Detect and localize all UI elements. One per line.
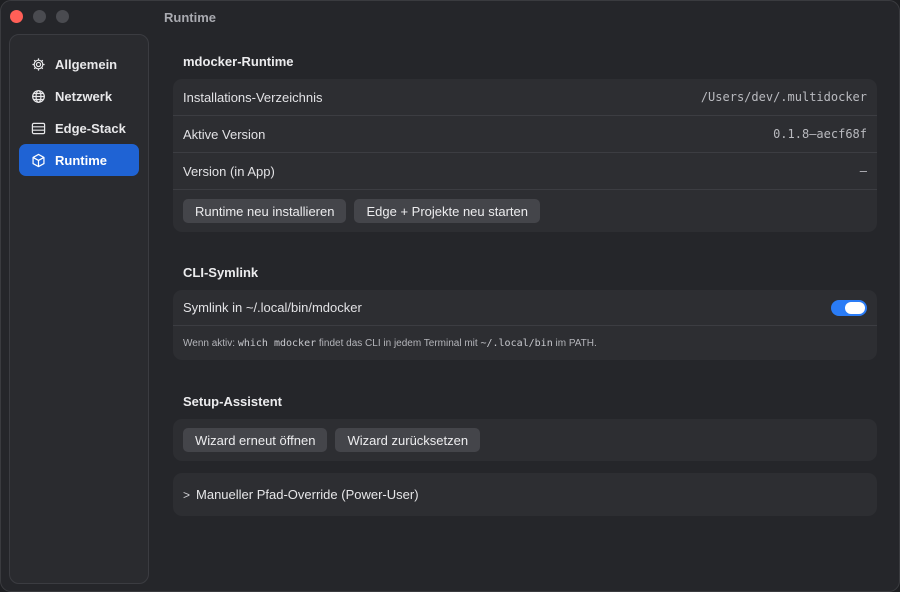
sidebar-item-label: Netzwerk xyxy=(55,88,113,104)
symlink-toggle-row: Symlink in ~/.local/bin/mdocker xyxy=(173,290,877,326)
hint-code: which mdocker xyxy=(237,338,317,349)
titlebar: Runtime xyxy=(1,1,899,33)
reset-wizard-button[interactable]: Wizard zurücksetzen xyxy=(335,428,481,452)
setup-card: Wizard erneut öffnen Wizard zurücksetzen xyxy=(173,419,877,461)
globe-icon xyxy=(30,88,46,104)
zoom-window-button[interactable] xyxy=(56,10,69,23)
settings-window: Runtime Allgemein Netzwerk Edge-Stack Ru… xyxy=(0,0,900,592)
runtime-card: Installations-Verzeichnis /Users/dev/.mu… xyxy=(173,79,877,232)
runtime-actions: Runtime neu installieren Edge + Projekte… xyxy=(173,190,877,232)
path-override-label: Manueller Pfad-Override (Power-User) xyxy=(196,487,419,502)
sidebar-item-runtime[interactable]: Runtime xyxy=(19,144,139,176)
window-title: Runtime xyxy=(164,10,216,25)
symlink-hint: Wenn aktiv: which mdocker findet das CLI… xyxy=(173,326,877,360)
app-version-label: Version (in App) xyxy=(183,163,275,179)
section-title-symlink: CLI-Symlink xyxy=(183,265,259,280)
minimize-window-button[interactable] xyxy=(33,10,46,23)
reinstall-runtime-button[interactable]: Runtime neu installieren xyxy=(183,199,347,223)
active-version-value: 0.1.8–aecf68f xyxy=(773,127,867,141)
cube-icon xyxy=(30,152,46,168)
section-title-runtime: mdocker-Runtime xyxy=(183,54,294,69)
sidebar: Allgemein Netzwerk Edge-Stack Runtime xyxy=(9,34,149,584)
hint-text: im PATH. xyxy=(555,338,597,349)
hint-text: Wenn aktiv: xyxy=(183,338,236,349)
section-title-setup: Setup-Assistent xyxy=(183,394,282,409)
sidebar-item-label: Runtime xyxy=(55,152,107,168)
chevron-right-icon: > xyxy=(183,487,191,502)
active-version-row: Aktive Version 0.1.8–aecf68f xyxy=(173,116,877,153)
sidebar-item-netzwerk[interactable]: Netzwerk xyxy=(19,80,139,112)
content-pane: mdocker-Runtime Installations-Verzeichni… xyxy=(173,34,878,591)
sidebar-item-edge-stack[interactable]: Edge-Stack xyxy=(19,112,139,144)
sidebar-item-label: Edge-Stack xyxy=(55,120,126,136)
path-override-disclosure[interactable]: > Manueller Pfad-Override (Power-User) xyxy=(173,473,877,516)
active-version-label: Aktive Version xyxy=(183,126,266,142)
close-window-button[interactable] xyxy=(10,10,23,23)
reopen-wizard-button[interactable]: Wizard erneut öffnen xyxy=(183,428,328,452)
restart-edge-projects-button[interactable]: Edge + Projekte neu starten xyxy=(354,199,540,223)
hint-text: findet das CLI in jedem Terminal mit xyxy=(318,338,478,349)
gear-icon xyxy=(30,56,46,72)
install-dir-value: /Users/dev/.multidocker xyxy=(700,90,867,104)
hint-code: ~/.local/bin xyxy=(480,338,553,349)
sidebar-item-allgemein[interactable]: Allgemein xyxy=(19,48,139,80)
app-version-value: – xyxy=(859,164,867,178)
setup-actions: Wizard erneut öffnen Wizard zurücksetzen xyxy=(173,419,877,461)
install-dir-label: Installations-Verzeichnis xyxy=(183,89,323,105)
override-card: > Manueller Pfad-Override (Power-User) xyxy=(173,473,877,516)
symlink-card: Symlink in ~/.local/bin/mdocker Wenn akt… xyxy=(173,290,877,360)
symlink-toggle[interactable] xyxy=(831,299,867,316)
server-icon xyxy=(30,120,46,136)
sidebar-item-label: Allgemein xyxy=(55,56,118,72)
install-dir-row: Installations-Verzeichnis /Users/dev/.mu… xyxy=(173,79,877,116)
app-version-row: Version (in App) – xyxy=(173,153,877,190)
symlink-toggle-label: Symlink in ~/.local/bin/mdocker xyxy=(183,300,362,315)
